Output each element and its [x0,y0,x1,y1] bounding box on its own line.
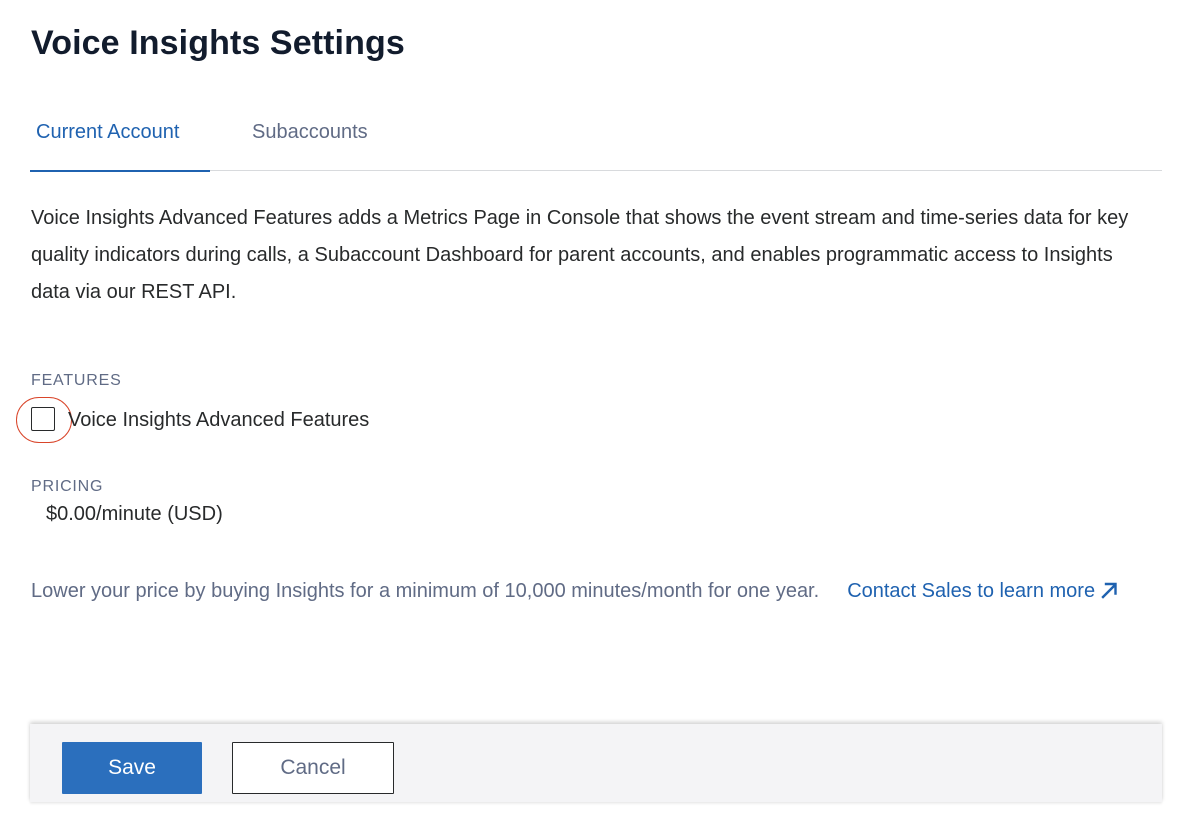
tab-bar: Current Account Subaccounts [30,108,1162,172]
external-arrow-icon [1099,579,1119,609]
voice-insights-settings-page: Voice Insights Settings Current Account … [0,0,1182,830]
feature-description: Voice Insights Advanced Features adds a … [31,207,1129,303]
pricing-value: $0.00/minute (USD) [46,503,223,525]
contact-sales-link[interactable]: Contact Sales to learn more [847,580,1119,602]
features-section-label: FEATURES [31,372,122,389]
save-button[interactable]: Save [62,742,202,794]
tab-subaccounts[interactable]: Subaccounts [252,108,368,170]
contact-sales-link-label[interactable]: Contact Sales to learn more [847,580,1095,602]
promo-paragraph: Lower your price by buying Insights for … [31,576,1151,609]
advanced-features-checkbox[interactable] [31,407,55,431]
promo-text: Lower your price by buying Insights for … [31,580,820,602]
highlight-ring [16,397,72,443]
page-title: Voice Insights Settings [31,24,405,62]
pricing-section-label: PRICING [31,478,104,495]
cancel-button[interactable]: Cancel [232,742,394,794]
action-footer: Save Cancel [30,724,1162,802]
tab-current-account[interactable]: Current Account [30,108,210,172]
advanced-features-option[interactable]: Voice Insights Advanced Features [16,397,369,443]
advanced-features-label[interactable]: Voice Insights Advanced Features [68,409,369,432]
